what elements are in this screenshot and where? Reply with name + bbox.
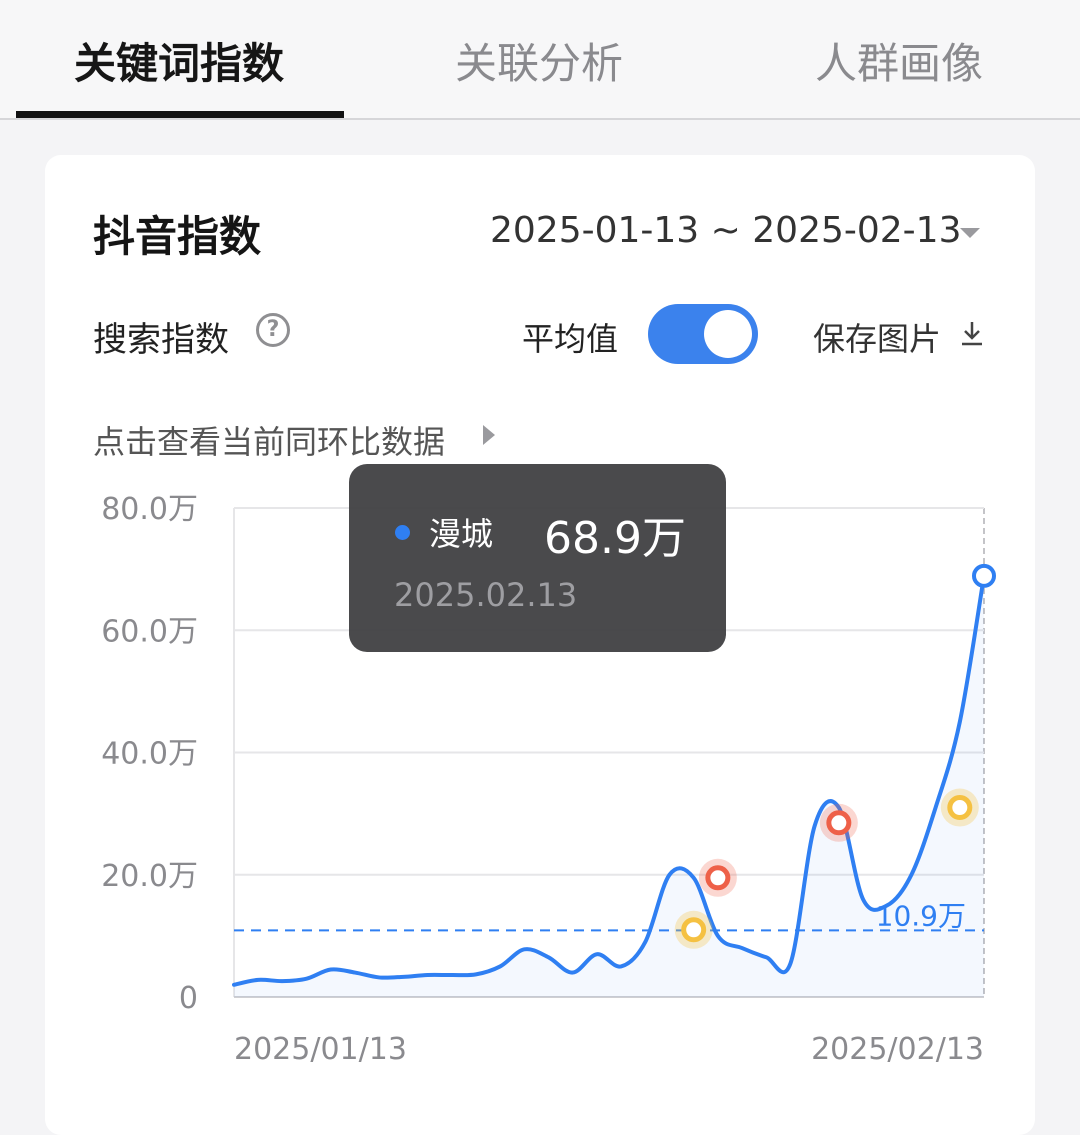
x-tick-label: 2025/02/13 (811, 1032, 984, 1067)
y-tick-label: 0 (179, 981, 198, 1016)
tooltip-series-name: 漫城 (429, 515, 494, 553)
event-marker (947, 795, 973, 821)
y-tick-label: 40.0万 (101, 737, 198, 772)
event-marker (681, 917, 707, 943)
x-tick-label: 2025/01/13 (234, 1032, 407, 1067)
tooltip-date: 2025.02.13 (394, 576, 578, 614)
y-tick-label: 20.0万 (101, 859, 198, 894)
y-tick-label: 80.0万 (101, 492, 198, 527)
chart-tooltip: 漫城 68.9万 2025.02.13 (349, 464, 726, 652)
series-color-dot (395, 525, 410, 540)
event-marker (705, 865, 731, 891)
tooltip-value: 68.9万 (544, 513, 686, 564)
event-marker (826, 810, 852, 836)
y-tick-label: 60.0万 (101, 614, 198, 649)
hovered-data-point (972, 563, 996, 588)
average-line-label: 10.9万 (876, 899, 966, 932)
